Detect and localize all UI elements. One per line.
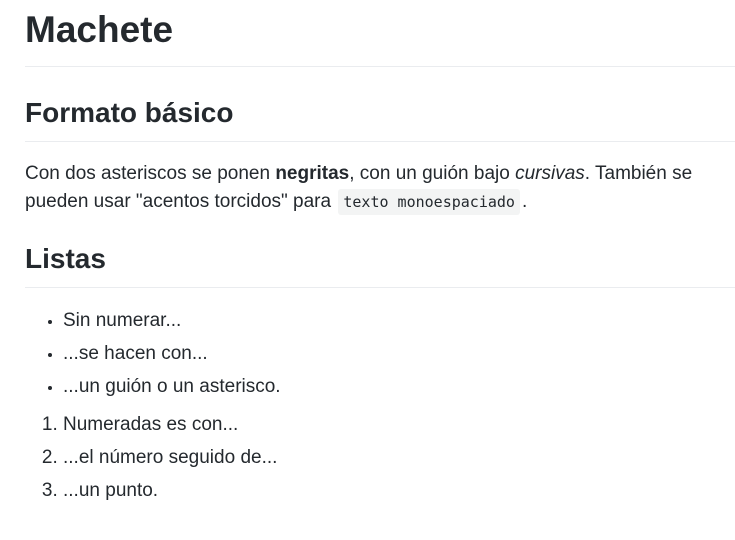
list-item: Numeradas es con... xyxy=(63,413,735,437)
bold-text: negritas xyxy=(275,163,350,184)
paragraph-text: , con un guión bajo xyxy=(349,163,516,184)
list-item: Sin numerar... xyxy=(63,309,735,333)
bullet-list: Sin numerar... ...se hacen con... ...un … xyxy=(25,309,735,399)
paragraph-text: . xyxy=(521,191,528,212)
page-title: Machete xyxy=(25,0,735,67)
list-item: ...un guión o un asterisco. xyxy=(63,375,735,399)
paragraph-text: Con dos asteriscos se ponen xyxy=(25,163,276,184)
list-item: ...se hacen con... xyxy=(63,342,735,366)
inline-code: texto monoespaciado xyxy=(338,189,520,215)
numbered-list: Numeradas es con... ...el número seguido… xyxy=(25,413,735,503)
document-content: Machete Formato básico Con dos asterisco… xyxy=(25,0,735,512)
list-item: ...un punto. xyxy=(63,479,735,503)
italic-text: cursivas xyxy=(515,163,585,184)
list-item: ...el número seguido de... xyxy=(63,446,735,470)
heading-formato-basico: Formato básico xyxy=(25,96,735,142)
heading-listas: Listas xyxy=(25,242,735,288)
paragraph-formato: Con dos asteriscos se ponen negritas, co… xyxy=(25,160,735,216)
